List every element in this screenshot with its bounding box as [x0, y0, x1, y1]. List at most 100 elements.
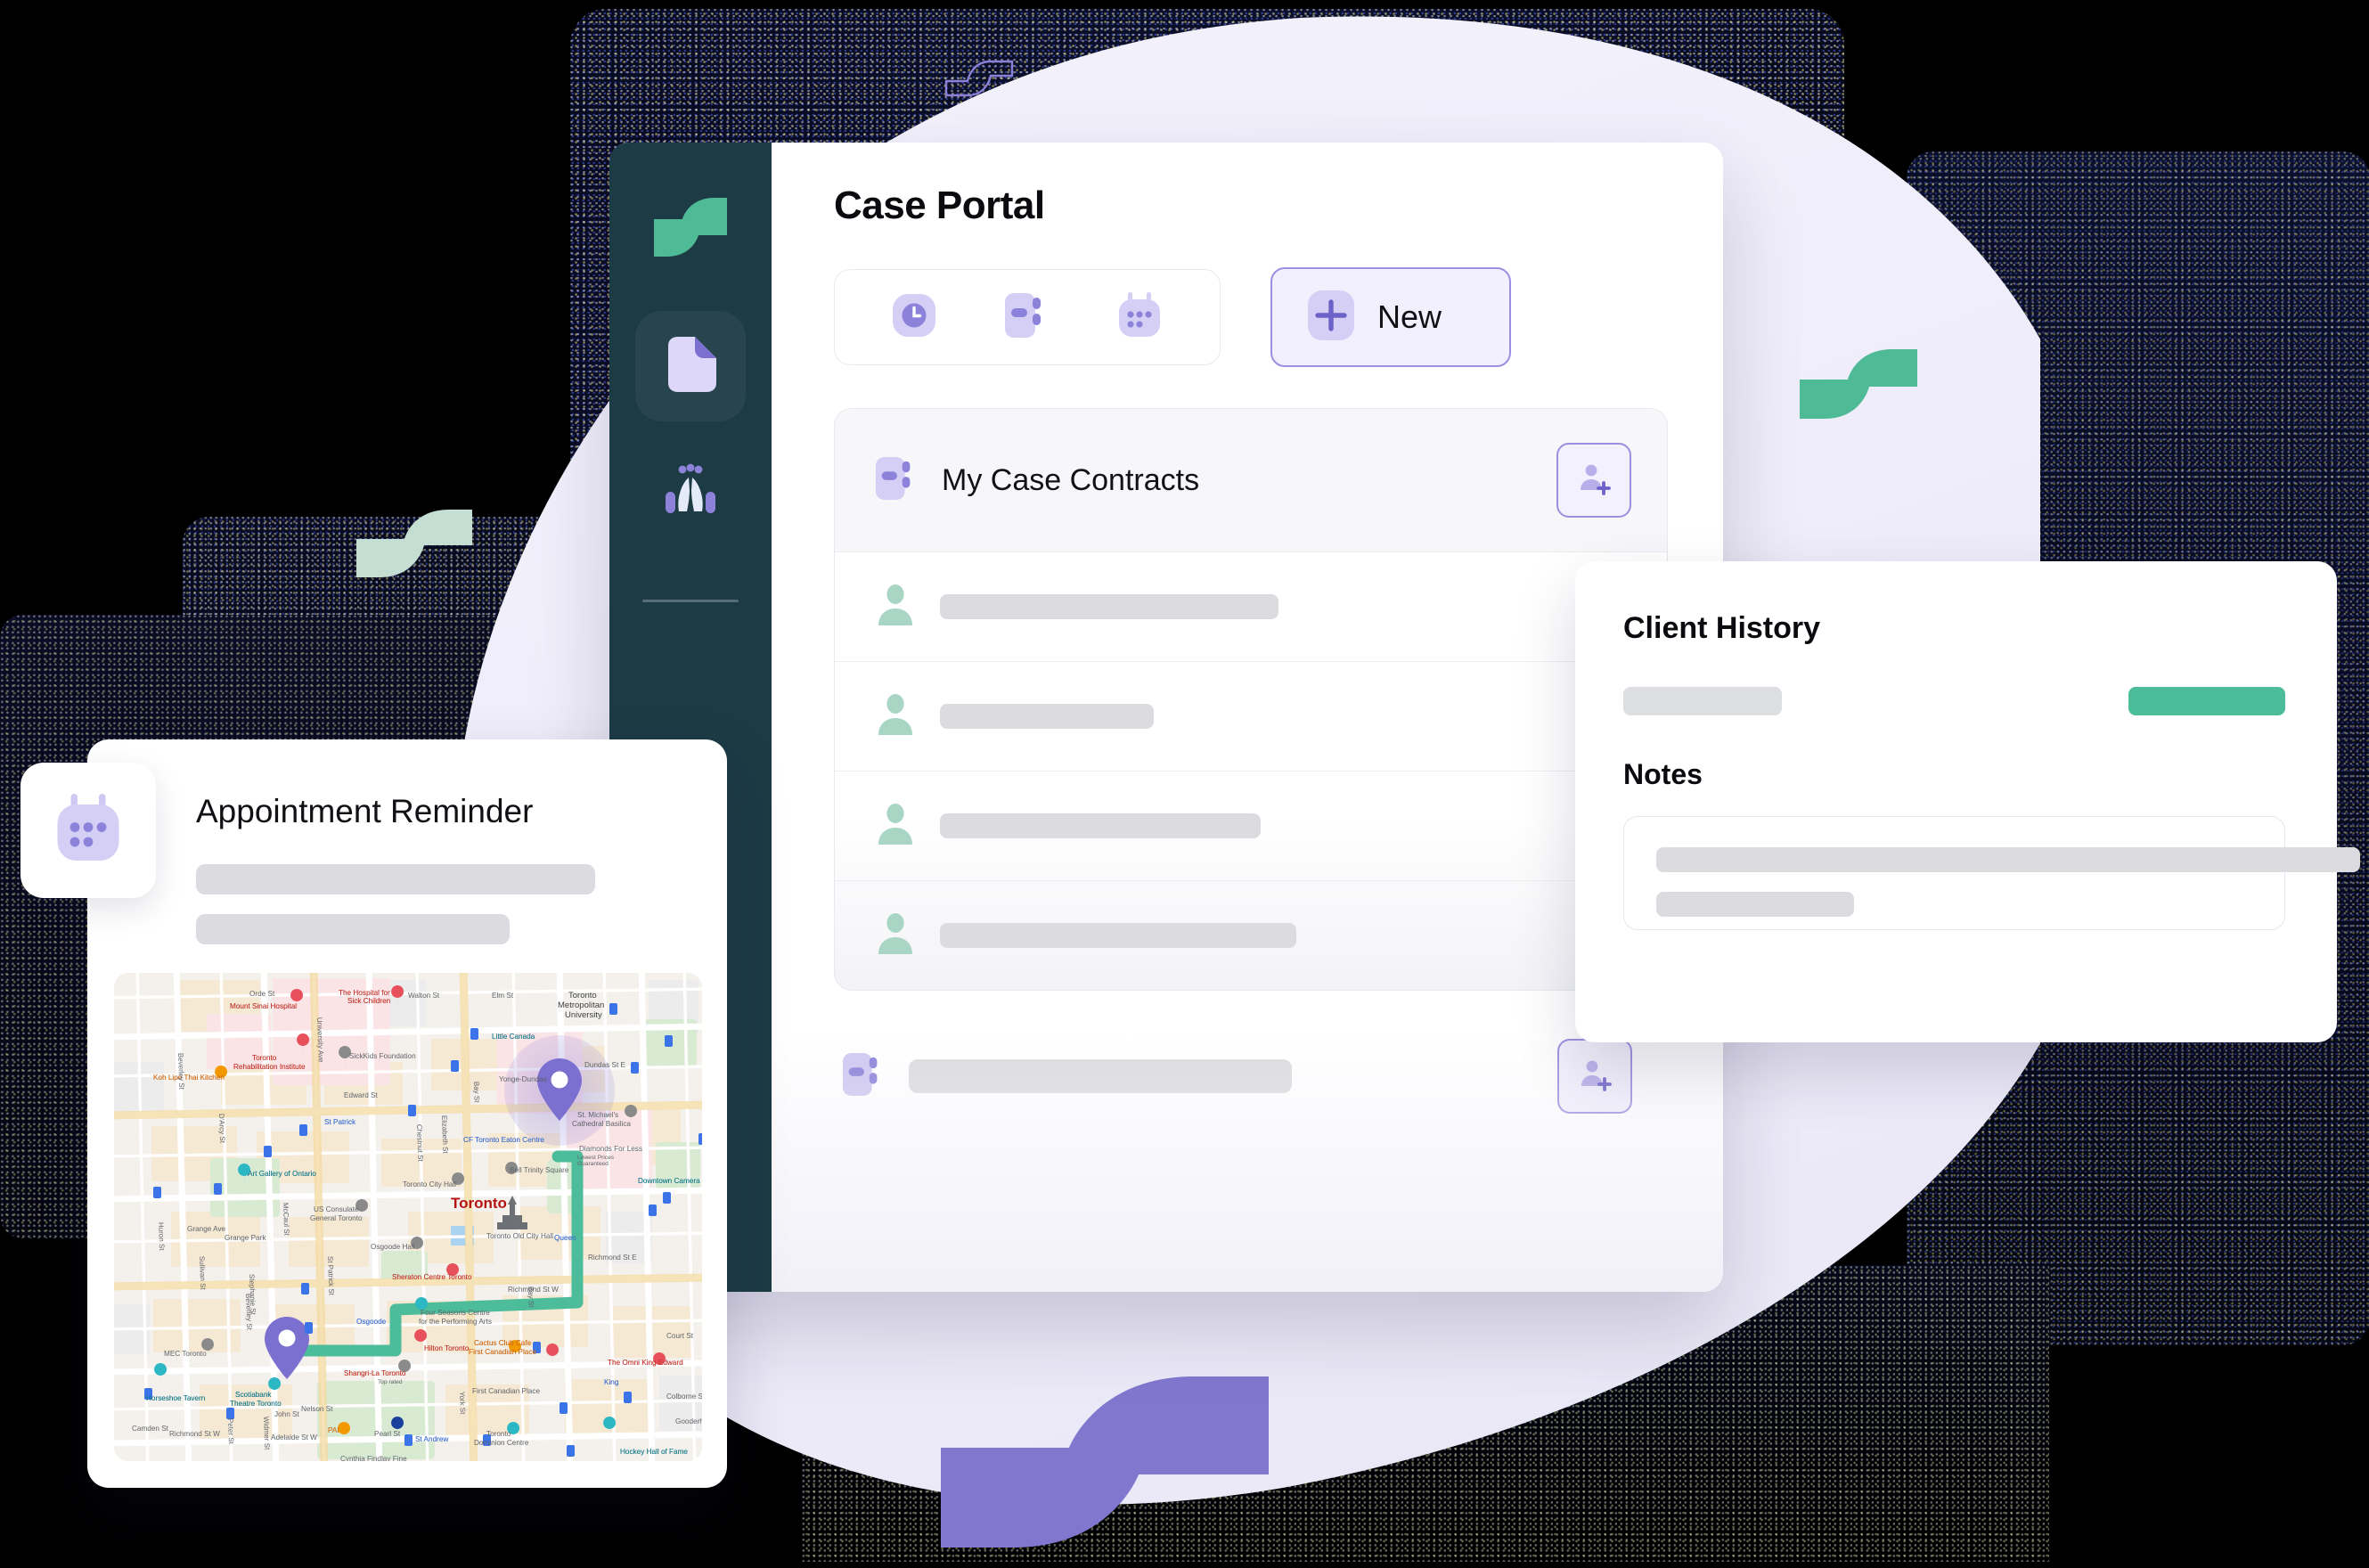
- svg-text:John St: John St: [274, 1410, 299, 1418]
- svg-text:Koh Lipe Thai Kitchen: Koh Lipe Thai Kitchen: [153, 1074, 225, 1082]
- add-person-icon: [1576, 461, 1612, 501]
- svg-text:Peter St: Peter St: [226, 1418, 235, 1445]
- svg-text:Widmer St: Widmer St: [262, 1417, 271, 1450]
- appointment-body: Appointment Reminder: [87, 739, 727, 944]
- svg-text:St Andrew: St Andrew: [415, 1435, 448, 1443]
- toronto-route-map[interactable]: Mount Sinai Hospital The Hospital for Si…: [114, 973, 702, 1461]
- svg-text:Dundas St E: Dundas St E: [584, 1061, 626, 1069]
- notebook-icon: [841, 1049, 886, 1104]
- svg-text:Grange Ave: Grange Ave: [187, 1225, 226, 1233]
- note-placeholder-bar: [1656, 892, 1854, 917]
- svg-text:The Hospital for: The Hospital for: [339, 989, 390, 997]
- svg-text:Lowest Prices: Lowest Prices: [577, 1155, 615, 1161]
- svg-text:Toronto: Toronto: [568, 991, 597, 1000]
- sidebar-item-clients[interactable]: [635, 437, 746, 548]
- brand-logo-icon: [652, 196, 729, 263]
- svg-text:Queen: Queen: [554, 1234, 576, 1242]
- svg-text:Sheraton Centre Toronto: Sheraton Centre Toronto: [392, 1273, 472, 1281]
- new-button[interactable]: New: [1270, 267, 1511, 367]
- svg-text:Huron St: Huron St: [157, 1222, 166, 1252]
- svg-text:St Patrick: St Patrick: [324, 1118, 356, 1126]
- svg-text:Scotiabank: Scotiabank: [235, 1391, 272, 1399]
- svg-text:Elm St: Elm St: [492, 992, 514, 1000]
- svg-text:Colborne St: Colborne St: [666, 1392, 702, 1401]
- appointment-badge: [20, 763, 156, 898]
- svg-text:Osgoode Hall: Osgoode Hall: [371, 1243, 415, 1251]
- svg-text:Toronto: Toronto: [451, 1195, 507, 1212]
- svg-text:McCaul St: McCaul St: [282, 1203, 290, 1237]
- my-case-contracts-card: My Case Contracts: [834, 408, 1668, 991]
- appointment-placeholder-bar: [196, 864, 595, 894]
- svg-text:University: University: [565, 1010, 602, 1020]
- svg-text:Top rated: Top rated: [378, 1379, 403, 1385]
- row-placeholder-bar: [940, 594, 1278, 619]
- svg-text:Toronto: Toronto: [486, 1430, 511, 1438]
- contracts-card-header: My Case Contracts: [835, 409, 1667, 552]
- svg-text:Grange Park: Grange Park: [225, 1234, 266, 1242]
- notebook-icon[interactable]: [1003, 290, 1050, 346]
- row-placeholder-bar: [940, 704, 1154, 729]
- add-person-icon: [1577, 1057, 1613, 1097]
- svg-text:York St: York St: [458, 1392, 467, 1416]
- case-portal-window: Case Portal New My Case Contracts: [609, 143, 1723, 1292]
- svg-text:General Toronto: General Toronto: [310, 1214, 363, 1222]
- svg-text:Camden St: Camden St: [132, 1425, 169, 1433]
- svg-text:Cynthia Findlay Fine: Cynthia Findlay Fine: [340, 1455, 407, 1461]
- client-summary-placeholder: [1623, 687, 1782, 715]
- svg-text:Gooderham: Gooderham: [675, 1417, 702, 1425]
- appointment-placeholder-bar: [196, 914, 510, 944]
- notebook-icon: [874, 453, 919, 508]
- person-avatar-icon: [874, 802, 917, 851]
- svg-text:Bell Trinity Square: Bell Trinity Square: [510, 1166, 569, 1174]
- svg-text:Osgoode: Osgoode: [356, 1318, 387, 1326]
- svg-text:Nelson St: Nelson St: [301, 1405, 333, 1413]
- person-avatar-icon: [874, 692, 917, 741]
- svg-text:Metropolitan: Metropolitan: [558, 1000, 604, 1010]
- notes-box[interactable]: [1623, 816, 2360, 930]
- svg-text:Toronto City Hall: Toronto City Hall: [403, 1180, 456, 1188]
- svg-text:Rehabilitation Institute: Rehabilitation Institute: [233, 1063, 306, 1071]
- add-person-button[interactable]: [1556, 443, 1631, 518]
- svg-text:Yonge-Dundas: Yonge-Dundas: [499, 1075, 547, 1083]
- svg-text:CF Toronto Eaton Centre: CF Toronto Eaton Centre: [463, 1136, 544, 1144]
- client-history-title: Client History: [1623, 611, 1821, 645]
- calendar-icon[interactable]: [1115, 290, 1164, 345]
- svg-text:Bay St: Bay St: [472, 1082, 481, 1104]
- footer-add-person-button[interactable]: [1557, 1039, 1632, 1114]
- clock-icon[interactable]: [890, 290, 938, 345]
- person-avatar-icon: [874, 583, 917, 632]
- table-row[interactable]: [835, 662, 1667, 772]
- contracts-footer-row: [834, 1039, 1668, 1114]
- client-history-panel: Client History Notes: [1575, 561, 2360, 1042]
- svg-text:Sick Children: Sick Children: [347, 997, 391, 1005]
- brand-logo-outline-icon: [944, 49, 1014, 112]
- svg-text:Orde St: Orde St: [249, 990, 275, 998]
- svg-text:Shangri-La Toronto: Shangri-La Toronto: [344, 1369, 406, 1377]
- calendar-icon: [51, 791, 126, 870]
- notes-title: Notes: [1623, 758, 1703, 790]
- svg-text:Richmond St E: Richmond St E: [588, 1254, 637, 1262]
- svg-text:Elizabeth St: Elizabeth St: [440, 1115, 450, 1155]
- svg-text:MEC Toronto: MEC Toronto: [164, 1350, 207, 1358]
- table-row[interactable]: [835, 881, 1667, 990]
- table-row[interactable]: [835, 552, 1667, 662]
- svg-text:Adelaide St W: Adelaide St W: [271, 1433, 317, 1441]
- svg-text:Toronto Old City Hall: Toronto Old City Hall: [486, 1232, 553, 1240]
- row-placeholder-bar: [940, 813, 1261, 838]
- sidebar-item-documents[interactable]: [635, 311, 746, 421]
- svg-text:Little Canada: Little Canada: [492, 1033, 535, 1041]
- svg-text:St. Michael's: St. Michael's: [577, 1111, 618, 1119]
- svg-text:Edward St: Edward St: [344, 1091, 378, 1099]
- svg-text:SickKids Foundation: SickKids Foundation: [349, 1052, 416, 1060]
- table-row[interactable]: [835, 772, 1667, 881]
- svg-text:Richmond St W: Richmond St W: [169, 1430, 220, 1438]
- svg-text:PAI: PAI: [328, 1426, 339, 1434]
- svg-text:Cactus Club Cafe: Cactus Club Cafe: [474, 1339, 532, 1347]
- new-button-label: New: [1377, 298, 1442, 335]
- svg-text:Horseshoe Tavern: Horseshoe Tavern: [146, 1394, 206, 1402]
- svg-text:Diamonds For Less: Diamonds For Less: [579, 1145, 642, 1153]
- svg-text:Dominion Centre: Dominion Centre: [474, 1439, 529, 1447]
- contracts-card-title: My Case Contracts: [942, 462, 1200, 497]
- svg-text:US Consulate: US Consulate: [314, 1205, 359, 1213]
- svg-text:Sullivan St: Sullivan St: [198, 1256, 207, 1291]
